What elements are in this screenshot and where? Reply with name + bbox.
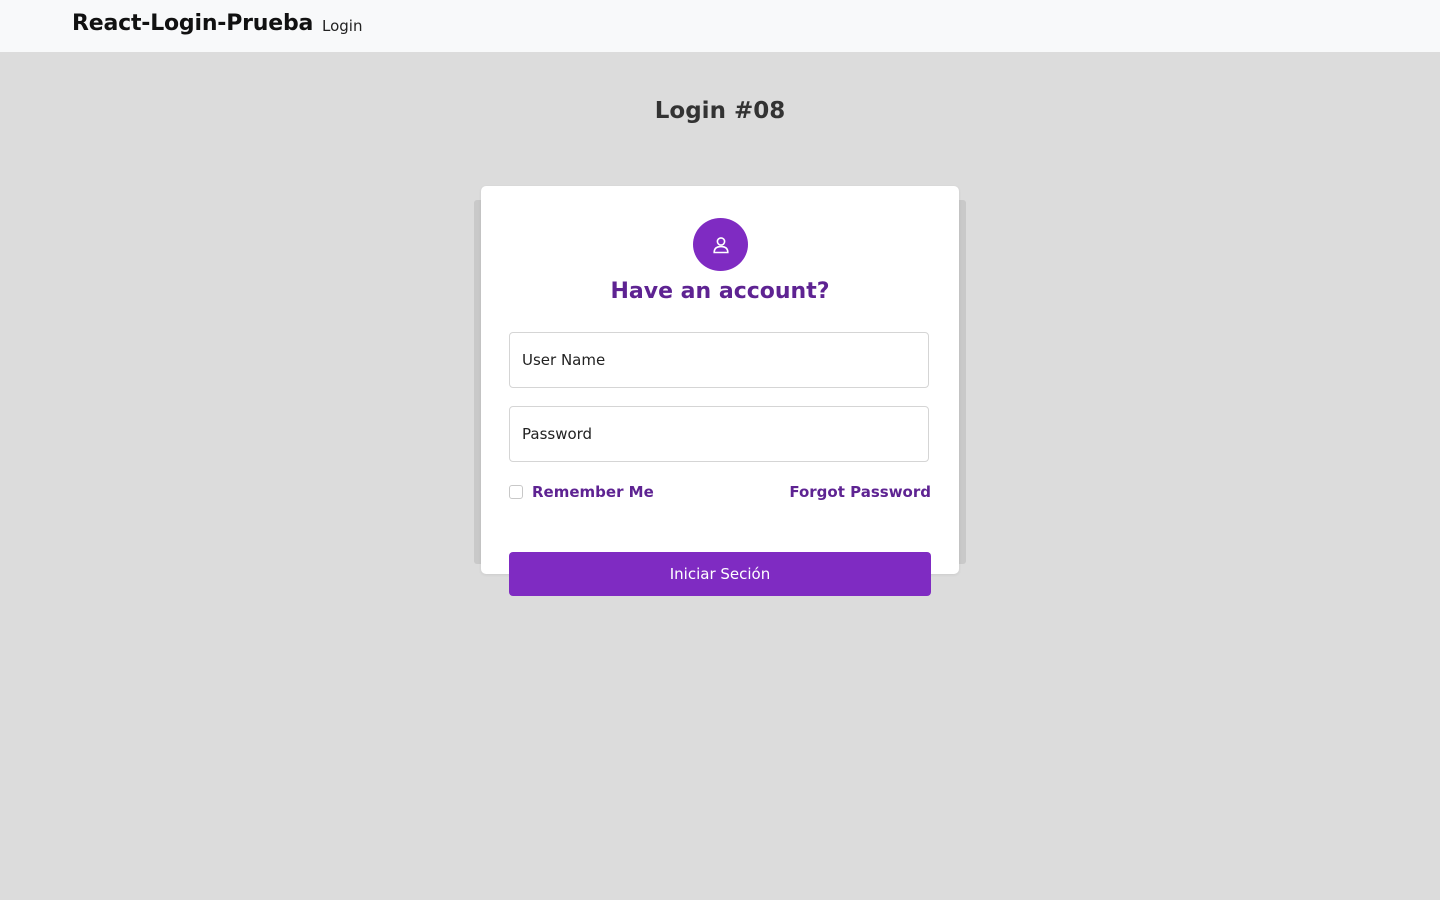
remember-me-checkbox[interactable] xyxy=(509,485,523,499)
remember-me-label: Remember Me xyxy=(532,483,654,501)
page-heading: Login #08 xyxy=(654,98,786,124)
username-input[interactable] xyxy=(509,332,929,388)
login-card: Have an account? Remember Me Forgot Pass… xyxy=(481,186,959,574)
login-submit-button[interactable]: Iniciar Seción xyxy=(509,552,931,596)
remember-me-toggle[interactable]: Remember Me xyxy=(509,483,654,501)
card-title: Have an account? xyxy=(610,279,830,304)
navbar: React-Login-Prueba Login xyxy=(0,0,1440,52)
forgot-password-link[interactable]: Forgot Password xyxy=(789,483,931,501)
user-icon xyxy=(693,218,748,271)
nav-link-login[interactable]: Login xyxy=(322,17,362,35)
brand-link[interactable]: React-Login-Prueba xyxy=(72,11,313,36)
password-input[interactable] xyxy=(509,406,929,462)
